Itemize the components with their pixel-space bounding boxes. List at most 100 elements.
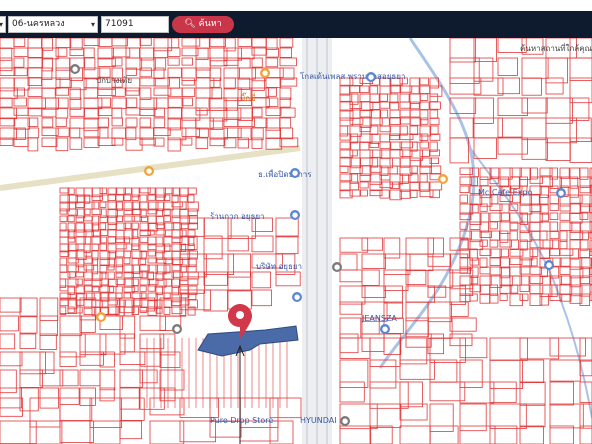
parcel[interactable] — [549, 381, 574, 406]
parcel[interactable] — [349, 93, 359, 105]
parcel[interactable] — [459, 185, 470, 193]
parcel[interactable] — [163, 278, 172, 287]
parcel[interactable] — [559, 257, 571, 267]
parcel[interactable] — [489, 337, 528, 361]
parcel[interactable] — [89, 397, 123, 429]
parcel[interactable] — [549, 221, 559, 232]
parcel[interactable] — [27, 47, 44, 58]
parcel[interactable] — [223, 77, 236, 90]
parcel[interactable] — [209, 67, 222, 81]
parcel[interactable] — [55, 87, 70, 96]
parcel[interactable] — [181, 137, 193, 146]
parcel[interactable] — [359, 93, 371, 102]
parcel[interactable] — [449, 317, 477, 332]
parcel[interactable] — [449, 77, 482, 95]
parcel[interactable] — [123, 194, 132, 201]
parcel[interactable] — [569, 57, 592, 82]
parcel[interactable] — [409, 77, 420, 87]
parcel[interactable] — [389, 165, 398, 175]
parcel[interactable] — [107, 194, 116, 201]
parcel[interactable] — [459, 403, 487, 432]
parcel[interactable] — [75, 264, 87, 273]
parcel[interactable] — [139, 285, 147, 293]
parcel[interactable] — [187, 187, 197, 195]
parcel[interactable] — [181, 77, 195, 86]
parcel[interactable] — [123, 208, 134, 215]
parcel[interactable] — [119, 387, 140, 410]
parcel[interactable] — [55, 137, 69, 152]
parcel[interactable] — [429, 85, 443, 97]
parcel[interactable] — [29, 420, 63, 444]
parcel[interactable] — [83, 222, 94, 233]
parcel[interactable] — [269, 397, 302, 419]
place-icon[interactable]: ● — [340, 416, 350, 426]
parcel[interactable] — [237, 67, 256, 80]
parcel[interactable] — [469, 248, 478, 261]
parcel[interactable] — [489, 403, 527, 430]
parcel[interactable] — [251, 77, 265, 91]
parcel[interactable] — [409, 157, 422, 167]
parcel[interactable] — [0, 67, 16, 76]
parcel[interactable] — [251, 38, 267, 48]
parcel[interactable] — [539, 293, 550, 306]
parcel[interactable] — [509, 230, 518, 241]
parcel[interactable] — [459, 167, 473, 175]
parcel[interactable] — [549, 203, 559, 211]
parcel[interactable] — [349, 117, 364, 125]
search-button[interactable]: 🔍︎ ค้นหา — [172, 16, 234, 33]
parcel[interactable] — [529, 176, 544, 184]
parcel[interactable] — [269, 420, 294, 444]
parcel[interactable] — [405, 237, 435, 255]
parcel[interactable] — [459, 194, 468, 204]
parcel[interactable] — [339, 381, 365, 403]
parcel[interactable] — [545, 137, 571, 162]
parcel[interactable] — [125, 87, 140, 96]
place-icon[interactable]: ● — [70, 64, 80, 74]
parcel[interactable] — [265, 137, 283, 150]
parcel[interactable] — [569, 203, 582, 215]
parcel[interactable] — [67, 306, 75, 314]
parcel[interactable] — [479, 293, 491, 304]
parcel[interactable] — [379, 85, 392, 95]
parcel[interactable] — [549, 239, 560, 250]
parcel[interactable] — [179, 397, 219, 418]
parcel[interactable] — [519, 381, 546, 406]
parcel[interactable] — [383, 269, 409, 291]
parcel[interactable] — [459, 293, 471, 302]
parcel[interactable] — [545, 97, 573, 124]
parcel[interactable] — [399, 93, 410, 103]
parcel[interactable] — [209, 38, 226, 48]
parcel[interactable] — [389, 101, 400, 111]
parcel[interactable] — [265, 97, 279, 107]
parcel[interactable] — [125, 38, 141, 49]
parcel[interactable] — [279, 137, 299, 148]
parcel[interactable] — [237, 38, 252, 47]
parcel[interactable] — [349, 149, 358, 157]
parcel[interactable] — [19, 333, 37, 349]
parcel[interactable] — [339, 125, 349, 137]
parcel[interactable] — [107, 271, 115, 280]
parcel[interactable] — [579, 230, 589, 241]
parcel[interactable] — [75, 222, 86, 233]
parcel[interactable] — [539, 221, 551, 232]
parcel[interactable] — [223, 87, 242, 102]
parcel[interactable] — [359, 149, 374, 159]
parcel[interactable] — [39, 315, 59, 336]
parcel[interactable] — [67, 271, 76, 278]
parcel[interactable] — [499, 203, 510, 214]
parcel[interactable] — [83, 257, 94, 264]
parcel[interactable] — [237, 57, 251, 69]
parcel[interactable] — [97, 97, 112, 108]
parcel[interactable] — [139, 387, 165, 410]
parcel[interactable] — [147, 285, 156, 292]
parcel[interactable] — [115, 243, 127, 250]
parcel[interactable] — [237, 107, 254, 121]
parcel[interactable] — [59, 257, 68, 266]
parcel[interactable] — [499, 293, 508, 301]
parcel[interactable] — [389, 93, 399, 104]
parcel[interactable] — [99, 187, 108, 194]
parcel[interactable] — [429, 125, 439, 135]
parcel[interactable] — [167, 97, 184, 108]
parcel[interactable] — [39, 369, 64, 387]
parcel-number-input[interactable]: 71091 — [101, 16, 169, 33]
